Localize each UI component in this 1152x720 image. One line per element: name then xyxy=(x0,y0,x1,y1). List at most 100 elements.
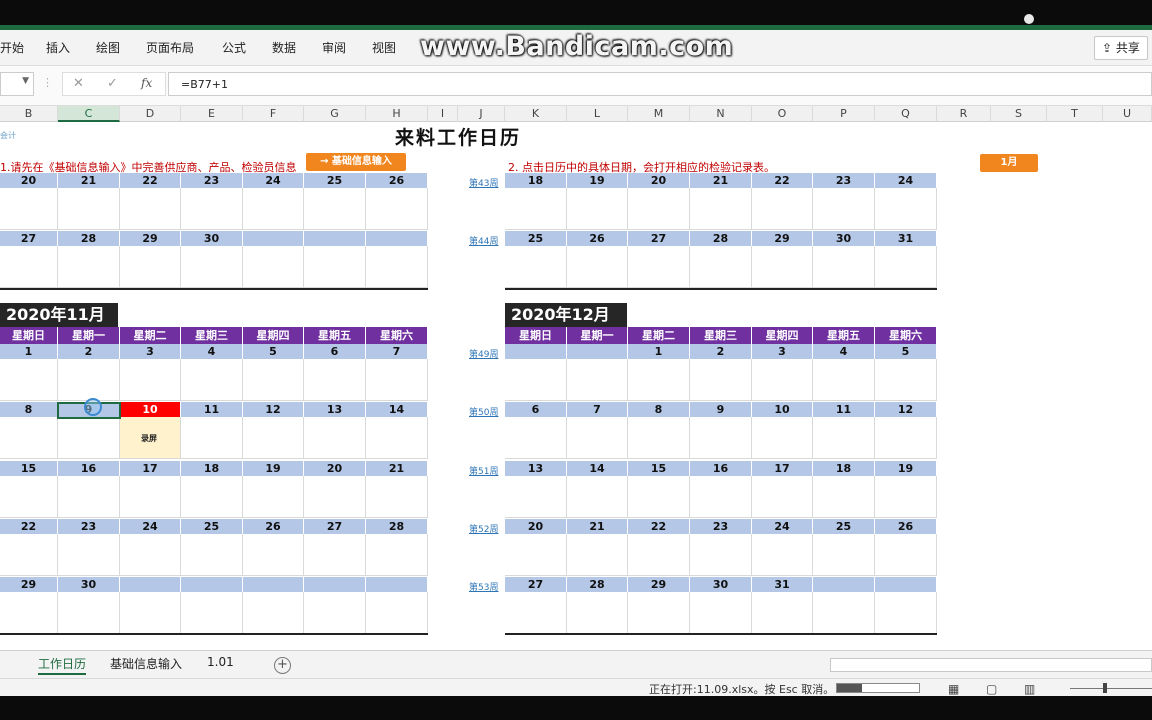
upper-right-day-cell[interactable] xyxy=(690,188,752,230)
ribbon-tab-insert[interactable]: 插入 xyxy=(46,39,70,56)
nov-date[interactable] xyxy=(304,577,366,592)
column-header-j[interactable]: J xyxy=(458,106,505,122)
nov-date[interactable]: 26 xyxy=(243,519,304,534)
nov-date[interactable]: 14 xyxy=(366,402,428,417)
dec-date[interactable]: 2 xyxy=(690,344,752,359)
dec-day-cell[interactable] xyxy=(628,476,690,518)
dec-date[interactable]: 5 xyxy=(875,344,937,359)
dec-date[interactable]: 16 xyxy=(690,461,752,476)
nov-day-cell[interactable] xyxy=(0,417,58,459)
oct-date[interactable] xyxy=(366,231,428,246)
nov-day-cell[interactable] xyxy=(0,476,58,518)
nov-date[interactable]: 21 xyxy=(366,461,428,476)
nov-date[interactable] xyxy=(366,577,428,592)
dec-day-cell[interactable] xyxy=(505,592,567,634)
nov-day-cell[interactable] xyxy=(0,592,58,634)
nov-date[interactable]: 3 xyxy=(120,344,181,359)
nov-day-cell[interactable] xyxy=(366,359,428,401)
nov-day-cell[interactable] xyxy=(58,476,120,518)
dec-date[interactable]: 17 xyxy=(752,461,813,476)
dec-date[interactable]: 31 xyxy=(752,577,813,592)
nov-date[interactable]: 2 xyxy=(58,344,120,359)
upper-right-day-cell[interactable] xyxy=(505,188,567,230)
oct-day-cell[interactable] xyxy=(58,188,120,230)
dec-day-cell[interactable] xyxy=(628,359,690,401)
oct-day-cell[interactable] xyxy=(366,246,428,288)
nov-day-cell[interactable] xyxy=(58,592,120,634)
dec-day-cell[interactable] xyxy=(752,359,813,401)
formula-input[interactable]: =B77+1 xyxy=(168,72,1152,96)
zoom-slider[interactable] xyxy=(1070,688,1152,689)
week-number-link[interactable]: 第43周 xyxy=(469,176,498,189)
nov-date[interactable]: 24 xyxy=(120,519,181,534)
nov-day-cell[interactable] xyxy=(366,476,428,518)
week-number-link[interactable]: 第50周 xyxy=(469,405,498,418)
nov-day-cell[interactable] xyxy=(243,534,304,576)
nov-date[interactable]: 12 xyxy=(243,402,304,417)
nov-day-cell[interactable] xyxy=(120,476,181,518)
dec-date[interactable]: 7 xyxy=(567,402,628,417)
ribbon-tab-draw[interactable]: 绘图 xyxy=(96,39,120,56)
nov-date[interactable]: 23 xyxy=(58,519,120,534)
upper-right-date[interactable]: 28 xyxy=(690,231,752,246)
oct-day-cell[interactable] xyxy=(243,188,304,230)
nov-date[interactable]: 7 xyxy=(366,344,428,359)
dec-date[interactable]: 20 xyxy=(505,519,567,534)
nov-date[interactable]: 6 xyxy=(304,344,366,359)
column-header-b[interactable]: B xyxy=(0,106,58,122)
upper-right-date[interactable]: 27 xyxy=(628,231,690,246)
nov-day-cell[interactable] xyxy=(366,417,428,459)
nov-day-cell[interactable] xyxy=(366,534,428,576)
column-header-n[interactable]: N xyxy=(690,106,752,122)
dec-day-cell[interactable] xyxy=(752,417,813,459)
upper-right-date[interactable]: 26 xyxy=(567,231,628,246)
week-number-link[interactable]: 第51周 xyxy=(469,464,498,477)
oct-date[interactable]: 28 xyxy=(58,231,120,246)
dec-day-cell[interactable] xyxy=(628,534,690,576)
nov-date[interactable]: 4 xyxy=(181,344,243,359)
upper-right-day-cell[interactable] xyxy=(813,246,875,288)
nov-date[interactable]: 1 xyxy=(0,344,58,359)
dec-day-cell[interactable] xyxy=(567,359,628,401)
nov-date[interactable]: 28 xyxy=(366,519,428,534)
upper-right-date[interactable]: 20 xyxy=(628,173,690,188)
dec-day-cell[interactable] xyxy=(567,534,628,576)
column-header-r[interactable]: R xyxy=(937,106,991,122)
column-header-i[interactable]: I xyxy=(428,106,458,122)
dec-date[interactable]: 8 xyxy=(628,402,690,417)
dec-date[interactable]: 3 xyxy=(752,344,813,359)
nov-date[interactable]: 17 xyxy=(120,461,181,476)
nov-day-cell[interactable] xyxy=(181,534,243,576)
oct-date[interactable]: 21 xyxy=(58,173,120,188)
upper-right-date[interactable]: 23 xyxy=(813,173,875,188)
oct-day-cell[interactable] xyxy=(181,246,243,288)
column-header-p[interactable]: P xyxy=(813,106,875,122)
name-box[interactable]: ▼ xyxy=(0,72,34,96)
dec-date[interactable]: 14 xyxy=(567,461,628,476)
column-header-k[interactable]: K xyxy=(505,106,567,122)
oct-day-cell[interactable] xyxy=(58,246,120,288)
dec-date[interactable]: 15 xyxy=(628,461,690,476)
oct-day-cell[interactable] xyxy=(181,188,243,230)
oct-day-cell[interactable] xyxy=(120,188,181,230)
horizontal-scrollbar[interactable] xyxy=(830,658,1152,672)
oct-date[interactable]: 22 xyxy=(120,173,181,188)
dec-day-cell[interactable] xyxy=(690,417,752,459)
nov-date[interactable]: 30 xyxy=(58,577,120,592)
nov-date[interactable]: 29 xyxy=(0,577,58,592)
dec-date[interactable]: 24 xyxy=(752,519,813,534)
nov-day-cell[interactable] xyxy=(0,359,58,401)
dec-day-cell[interactable] xyxy=(567,592,628,634)
nov-day-cell[interactable] xyxy=(366,592,428,634)
upper-right-date[interactable]: 31 xyxy=(875,231,937,246)
dec-day-cell[interactable] xyxy=(875,476,937,518)
dec-day-cell[interactable] xyxy=(752,592,813,634)
upper-right-day-cell[interactable] xyxy=(567,188,628,230)
upper-right-date[interactable]: 24 xyxy=(875,173,937,188)
dec-day-cell[interactable] xyxy=(813,476,875,518)
dec-date[interactable] xyxy=(567,344,628,359)
dec-date[interactable]: 25 xyxy=(813,519,875,534)
dec-day-cell[interactable] xyxy=(690,476,752,518)
oct-date[interactable]: 30 xyxy=(181,231,243,246)
nov-date[interactable]: 11 xyxy=(181,402,243,417)
